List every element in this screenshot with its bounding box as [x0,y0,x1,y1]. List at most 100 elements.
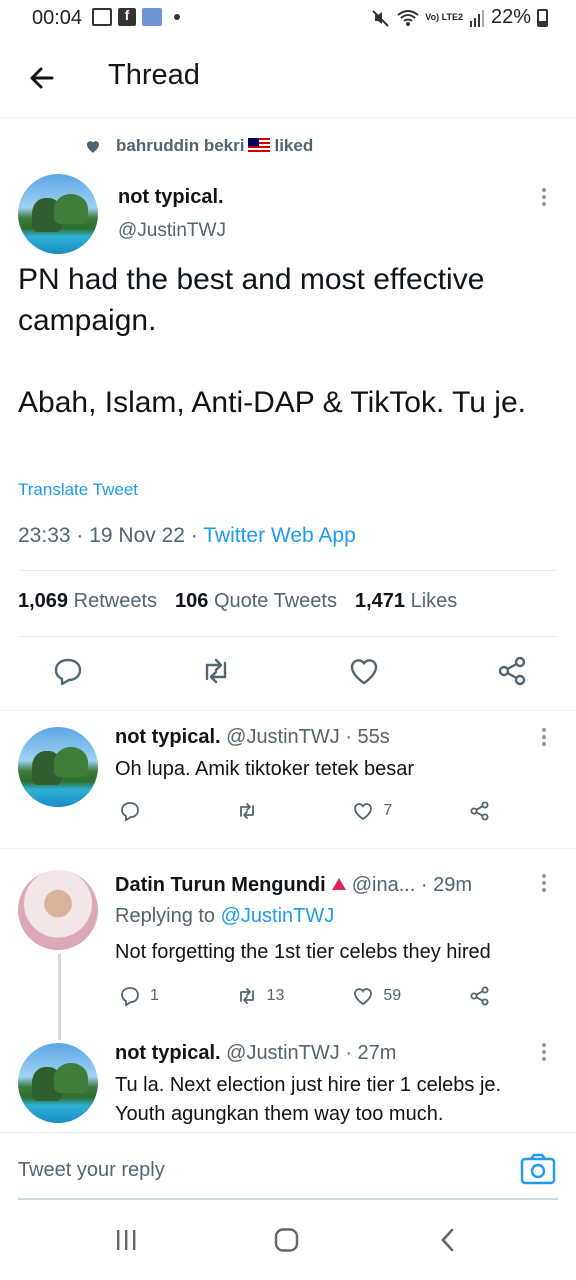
retweet-button[interactable]: 13 [235,984,315,1008]
divider [18,1198,558,1200]
reply-text: Oh lupa. Amik tiktoker tetek besar [115,758,415,780]
liked-by-name: bahruddin bekri [116,136,245,155]
reply-author-name[interactable]: Datin Turun Mengundi [115,874,326,896]
gallery-icon [92,8,112,26]
reply-actions: 7 [118,799,498,823]
like-button[interactable]: 7 [351,799,431,823]
reply-text: Not forgetting the 1st tier celebs they … [115,941,491,963]
reply-composer: Tweet your reply [0,1132,576,1200]
tweet-timestamp: 23:33 · 19 Nov 22 · Twitter Web App [18,524,356,548]
reply-header: not typical. @JustinTWJ · 27m [115,1042,396,1065]
likes-stat[interactable]: 1,471 Likes [355,590,457,613]
more-options-icon[interactable] [541,1043,547,1065]
tweet-actions [50,653,530,689]
mute-icon [372,9,390,27]
thread-line [58,954,61,1040]
author-name[interactable]: not typical. [118,186,224,209]
like-icon [354,988,373,1006]
reply-icon [121,802,139,822]
tweet-stats: 1,069 Retweets 106 Quote Tweets 1,471 Li… [18,590,457,613]
facebook-icon: f [118,8,136,26]
like-icon[interactable] [346,653,382,689]
system-nav-bar [0,1204,576,1280]
divider [18,570,558,571]
more-notifications-icon [174,14,180,20]
share-button[interactable] [468,984,498,1008]
status-right: Vo) LTE2 22% [371,6,548,29]
like-button[interactable]: 59 [351,984,431,1008]
status-time: 00:04 [32,7,83,29]
divider [18,636,558,637]
divider [0,848,576,849]
warning-triangle-icon [331,878,346,890]
signal-icon [469,9,484,27]
share-icon [470,986,489,1006]
replying-to: Replying to @JustinTWJ [115,905,335,927]
reply-text: Tu la. Next election just hire tier 1 ce… [115,1071,501,1129]
tweet-time: 23:33 · 19 Nov 22 · [18,524,204,547]
share-icon[interactable] [494,653,530,689]
heart-filled-icon [87,141,99,153]
like-count: 59 [383,987,402,1004]
notification-icons: f [92,8,180,26]
reply-button[interactable] [118,799,198,823]
translate-tweet-link[interactable]: Translate Tweet [18,480,138,500]
quote-tweets-stat[interactable]: 106 Quote Tweets [175,590,337,613]
top-app-bar: Thread [0,38,576,118]
more-options-icon[interactable] [541,188,547,210]
tweet-text-line: Abah, Islam, Anti-DAP & TikTok. Tu je. [18,386,526,419]
tweet-text-line: PN had the best and most effective campa… [18,263,485,337]
reply-text-line: Youth agungkan them way too much. [115,1103,444,1125]
avatar[interactable] [18,174,98,254]
share-icon [470,801,489,821]
reply-author-name[interactable]: not typical. [115,1042,221,1064]
reply-button[interactable]: 1 [118,984,198,1008]
more-options-icon[interactable] [541,728,547,750]
avatar[interactable] [18,727,98,807]
home-icon[interactable] [274,1228,300,1252]
reply-actions: 1 13 59 [118,984,498,1008]
reply-meta: @JustinTWJ · 27m [220,1042,397,1064]
retweet-icon [239,988,254,1004]
more-options-icon[interactable] [541,874,547,896]
liked-label: liked [274,136,314,155]
avatar[interactable] [18,1043,98,1123]
reply-meta: @ina... · 29m [351,874,473,896]
recent-apps-icon[interactable] [114,1228,138,1252]
reply-author-name[interactable]: not typical. [115,726,221,748]
retweet-icon[interactable] [198,653,234,689]
retweet-count: 13 [266,987,285,1004]
share-button[interactable] [468,799,498,823]
like-icon [354,803,373,821]
retweet-icon [239,803,254,819]
divider [0,710,576,711]
lte-indicator: Vo) LTE2 [425,12,463,22]
reply-count: 1 [150,987,159,1004]
retweet-button[interactable] [235,799,315,823]
reply-meta: @JustinTWJ · 55s [220,726,390,748]
camera-icon[interactable] [520,1153,556,1185]
malaysia-flag-icon [248,138,271,152]
reply-header: not typical. @JustinTWJ · 55s [115,726,390,749]
author-handle[interactable]: @JustinTWJ [118,220,226,242]
back-icon[interactable] [438,1228,458,1252]
reply-text-line: Tu la. Next election just hire tier 1 ce… [115,1074,502,1096]
app-notification-icon [142,8,162,26]
tweet-text: PN had the best and most effective campa… [18,259,563,464]
social-context[interactable]: bahruddin bekri liked [84,136,313,156]
tweet-reply-input[interactable]: Tweet your reply [18,1159,165,1182]
wifi-icon [397,9,419,26]
reply-icon [121,987,139,1007]
status-bar: 00:04 f Vo) LTE2 22% [0,0,576,38]
tweet-source-link[interactable]: Twitter Web App [203,524,356,547]
page-title: Thread [108,59,200,91]
replying-to-handle[interactable]: @JustinTWJ [221,905,335,927]
back-arrow-icon[interactable] [26,62,58,94]
reply-header: Datin Turun Mengundi @ina... · 29m [115,874,472,897]
battery-icon [537,8,548,27]
battery-percent: 22% [490,6,531,28]
like-count: 7 [383,802,393,819]
avatar[interactable] [18,870,98,950]
retweets-stat[interactable]: 1,069 Retweets [18,590,157,613]
reply-icon[interactable] [50,653,86,689]
